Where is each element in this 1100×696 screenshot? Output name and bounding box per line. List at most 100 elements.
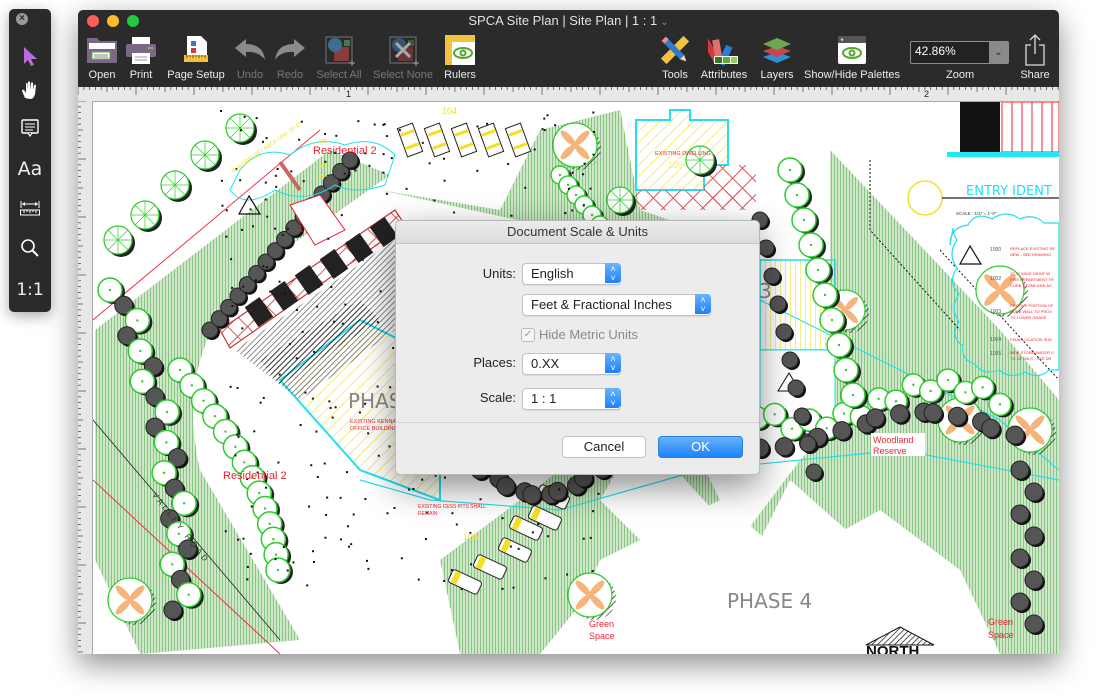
survey-point [327, 237, 330, 240]
share-button[interactable]: Share [1016, 32, 1054, 86]
page-setup-icon [184, 36, 208, 62]
actual-size-tool[interactable]: 1:1 [9, 273, 51, 307]
shrub [890, 404, 910, 424]
scale-popup[interactable]: 1 : 1 ˄ ˅ [522, 388, 621, 410]
survey-point [373, 123, 376, 126]
show-hide-palettes-button[interactable]: Show/Hide Palettes [800, 32, 904, 86]
survey-point [591, 570, 594, 573]
comment-tool[interactable] [9, 111, 51, 145]
page-setup-button[interactable]: Page Setup [164, 32, 228, 86]
survey-point [250, 505, 253, 508]
tree-center [243, 461, 246, 464]
attributes-label: Attributes [700, 69, 748, 81]
survey-point [236, 386, 239, 389]
label-existing-dwelling: EXISTING DWELLING [655, 151, 711, 157]
survey-point [262, 265, 265, 268]
layers-icon [763, 38, 791, 63]
survey-point [295, 357, 298, 360]
shrub [832, 421, 852, 441]
survey-point [343, 172, 346, 175]
survey-point [265, 486, 268, 489]
window-title[interactable]: SPCA Site Plan | Site Plan | 1 : 1 ⌄ [78, 13, 1059, 28]
horizontal-ruler[interactable]: 1 2 [78, 87, 1059, 102]
survey-point [433, 199, 436, 202]
select-tool[interactable] [9, 39, 51, 73]
zoom-combobox[interactable]: 42.86% ⌄ [910, 41, 1009, 64]
shrub [1010, 548, 1030, 568]
updown-chevron-icon: ˄ ˅ [605, 353, 621, 373]
label-green-space-right-2: Space [988, 630, 1014, 640]
survey-point [453, 211, 456, 214]
note-number: 1002 [990, 276, 1001, 282]
vertical-ruler[interactable] [78, 100, 93, 654]
select-none-button[interactable]: Select None [370, 32, 436, 86]
undo-button[interactable]: Undo [232, 32, 268, 86]
survey-point [376, 321, 379, 324]
survey-point [509, 545, 512, 548]
survey-point [249, 208, 252, 211]
survey-point [242, 285, 245, 288]
survey-point [476, 169, 479, 172]
cancel-button[interactable]: Cancel [562, 436, 646, 458]
places-popup[interactable]: 0.XX ˄ ˅ [522, 353, 621, 375]
survey-point [286, 569, 289, 572]
zoom-value[interactable]: 42.86% [915, 44, 956, 58]
hand-icon [22, 81, 36, 99]
label-entry-ident: ENTRY IDENT [966, 184, 1052, 199]
survey-point [310, 464, 313, 467]
survey-point [299, 424, 302, 427]
zoom-tool[interactable] [9, 231, 51, 265]
survey-point [382, 153, 385, 156]
tree-center [574, 193, 578, 197]
survey-point [450, 569, 453, 572]
redo-button[interactable]: Redo [272, 32, 308, 86]
survey-point [582, 204, 585, 207]
zoom-dropdown-chevron-icon[interactable]: ⌄ [989, 42, 1008, 63]
survey-point [385, 135, 388, 138]
shrub [774, 437, 794, 457]
updown-chevron-icon: ˄ ˅ [605, 388, 621, 408]
survey-point [443, 476, 446, 479]
survey-point [593, 130, 596, 133]
layers-label: Layers [760, 69, 794, 81]
tree-center [894, 399, 898, 403]
tree-elevation [960, 102, 1000, 152]
survey-point [237, 538, 240, 541]
dimension-tool[interactable] [9, 191, 51, 225]
ok-button[interactable]: OK [658, 436, 743, 458]
survey-point [234, 454, 237, 457]
format-value: Feet & Fractional Inches [531, 297, 672, 312]
palette-close-button[interactable]: × [16, 13, 28, 25]
shrub [522, 485, 542, 505]
open-button[interactable]: Open [84, 32, 120, 86]
label-scale-note: SCALE : 1/4" = 1'-0" [956, 211, 997, 216]
zoom-label: Zoom [946, 69, 975, 81]
pan-tool[interactable] [9, 73, 51, 107]
tree-center [851, 393, 855, 397]
survey-point [277, 461, 280, 464]
hide-metric-units-checkbox[interactable]: ✓ Hide Metric Units [521, 327, 638, 342]
note-number: 1003 [990, 309, 1001, 315]
units-popup[interactable]: English ˄ ˅ [522, 263, 621, 285]
shrub [1024, 482, 1044, 502]
text-tool[interactable]: Aa [9, 152, 51, 186]
survey-point [340, 214, 343, 217]
survey-point [287, 227, 290, 230]
tree-center [773, 413, 776, 416]
patio [626, 190, 746, 210]
attributes-button[interactable]: Attributes [698, 32, 750, 86]
survey-point [229, 385, 232, 388]
layers-button[interactable]: Layers [756, 32, 798, 86]
label-office-building: OFFICE BUILDING [350, 426, 398, 432]
survey-point [597, 492, 600, 495]
format-popup[interactable]: Feet & Fractional Inches ˄ ˅ [522, 294, 711, 316]
tools-button[interactable]: Tools [656, 32, 694, 86]
palette-eye-icon [838, 36, 866, 64]
print-button[interactable]: Print [124, 32, 158, 86]
select-all-button[interactable]: Select All [312, 32, 366, 86]
ruler-ticks [78, 87, 1059, 95]
survey-point [476, 125, 479, 128]
rulers-button[interactable]: Rulers [440, 32, 480, 86]
note-text: CURB WALL TO PROV [1010, 309, 1052, 314]
tree-center [823, 293, 827, 297]
